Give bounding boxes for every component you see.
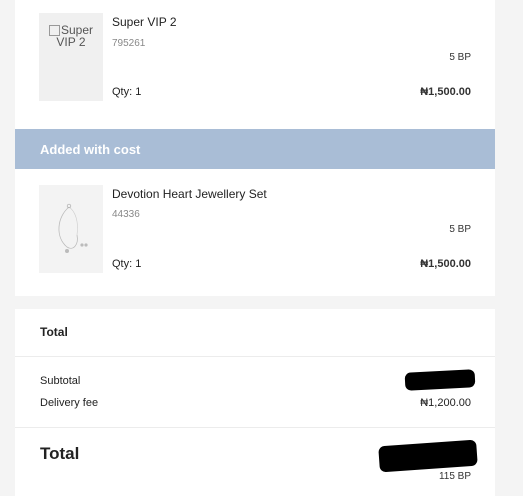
product-price: ₦1,500.00 xyxy=(420,258,471,270)
added-with-cost-header: Added with cost xyxy=(15,129,495,169)
product-bp: 5 BP xyxy=(449,52,471,63)
subtotal-label: Subtotal xyxy=(40,375,81,387)
product-code: 795261 xyxy=(112,38,146,49)
grand-total-label: Total xyxy=(40,444,80,463)
product-bp: 5 BP xyxy=(449,224,471,235)
product-name: Super VIP 2 xyxy=(112,15,177,29)
product-image: Super VIP 2 xyxy=(39,13,103,101)
redacted-grand-total xyxy=(378,439,478,473)
product-price: ₦1,500.00 xyxy=(420,86,471,98)
delivery-fee-label: Delivery fee xyxy=(40,397,99,409)
product-qty: Qty: 1 xyxy=(112,86,142,98)
divider xyxy=(15,356,495,357)
total-heading: Total xyxy=(40,325,68,339)
added-item-card: Devotion Heart Jewellery Set 44336 5 BP … xyxy=(15,169,495,296)
jewellery-image-icon xyxy=(58,203,88,253)
order-total-card: Total Subtotal Delivery fee ₦1,200.00 To… xyxy=(15,309,495,496)
product-qty: Qty: 1 xyxy=(112,258,142,270)
product-image-alt: Super VIP 2 xyxy=(56,23,94,50)
product-name: Devotion Heart Jewellery Set xyxy=(112,187,267,201)
product-image xyxy=(39,185,103,273)
divider xyxy=(15,427,495,428)
redacted-subtotal xyxy=(404,369,476,391)
delivery-fee-value: ₦1,200.00 xyxy=(420,397,471,409)
product-code: 44336 xyxy=(112,209,140,220)
order-item-card: Super VIP 2 Super VIP 2 795261 5 BP Qty:… xyxy=(15,0,495,129)
grand-total-bp: 115 BP xyxy=(438,471,471,482)
